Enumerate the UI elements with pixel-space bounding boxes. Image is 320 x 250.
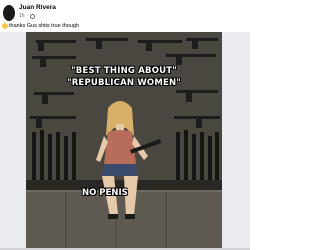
post-caption: thanks Gus shits true though xyxy=(2,23,79,29)
globe-icon xyxy=(30,13,36,19)
meme-bottom-text: NO PENIS xyxy=(82,188,128,198)
emoji-icon xyxy=(2,23,8,29)
author-avatar[interactable] xyxy=(3,5,15,21)
caption-text: thanks Gus shits true though xyxy=(9,23,80,29)
author-name[interactable]: Juan Rivera xyxy=(19,4,56,11)
meme-top-line-2: "REPUBLICAN WOMEN" xyxy=(67,78,181,88)
post-image[interactable]: "BEST THING ABOUT" "REPUBLICAN WOMEN" NO… xyxy=(26,32,222,250)
facebook-post: Juan Rivera 1h · thanks Gus shits true t… xyxy=(0,0,250,250)
post-time[interactable]: 1h xyxy=(19,13,25,19)
meme-top-line-1: "BEST THING ABOUT" xyxy=(71,66,177,76)
separator-dot: · xyxy=(26,13,29,19)
post-meta: 1h · xyxy=(19,13,36,19)
